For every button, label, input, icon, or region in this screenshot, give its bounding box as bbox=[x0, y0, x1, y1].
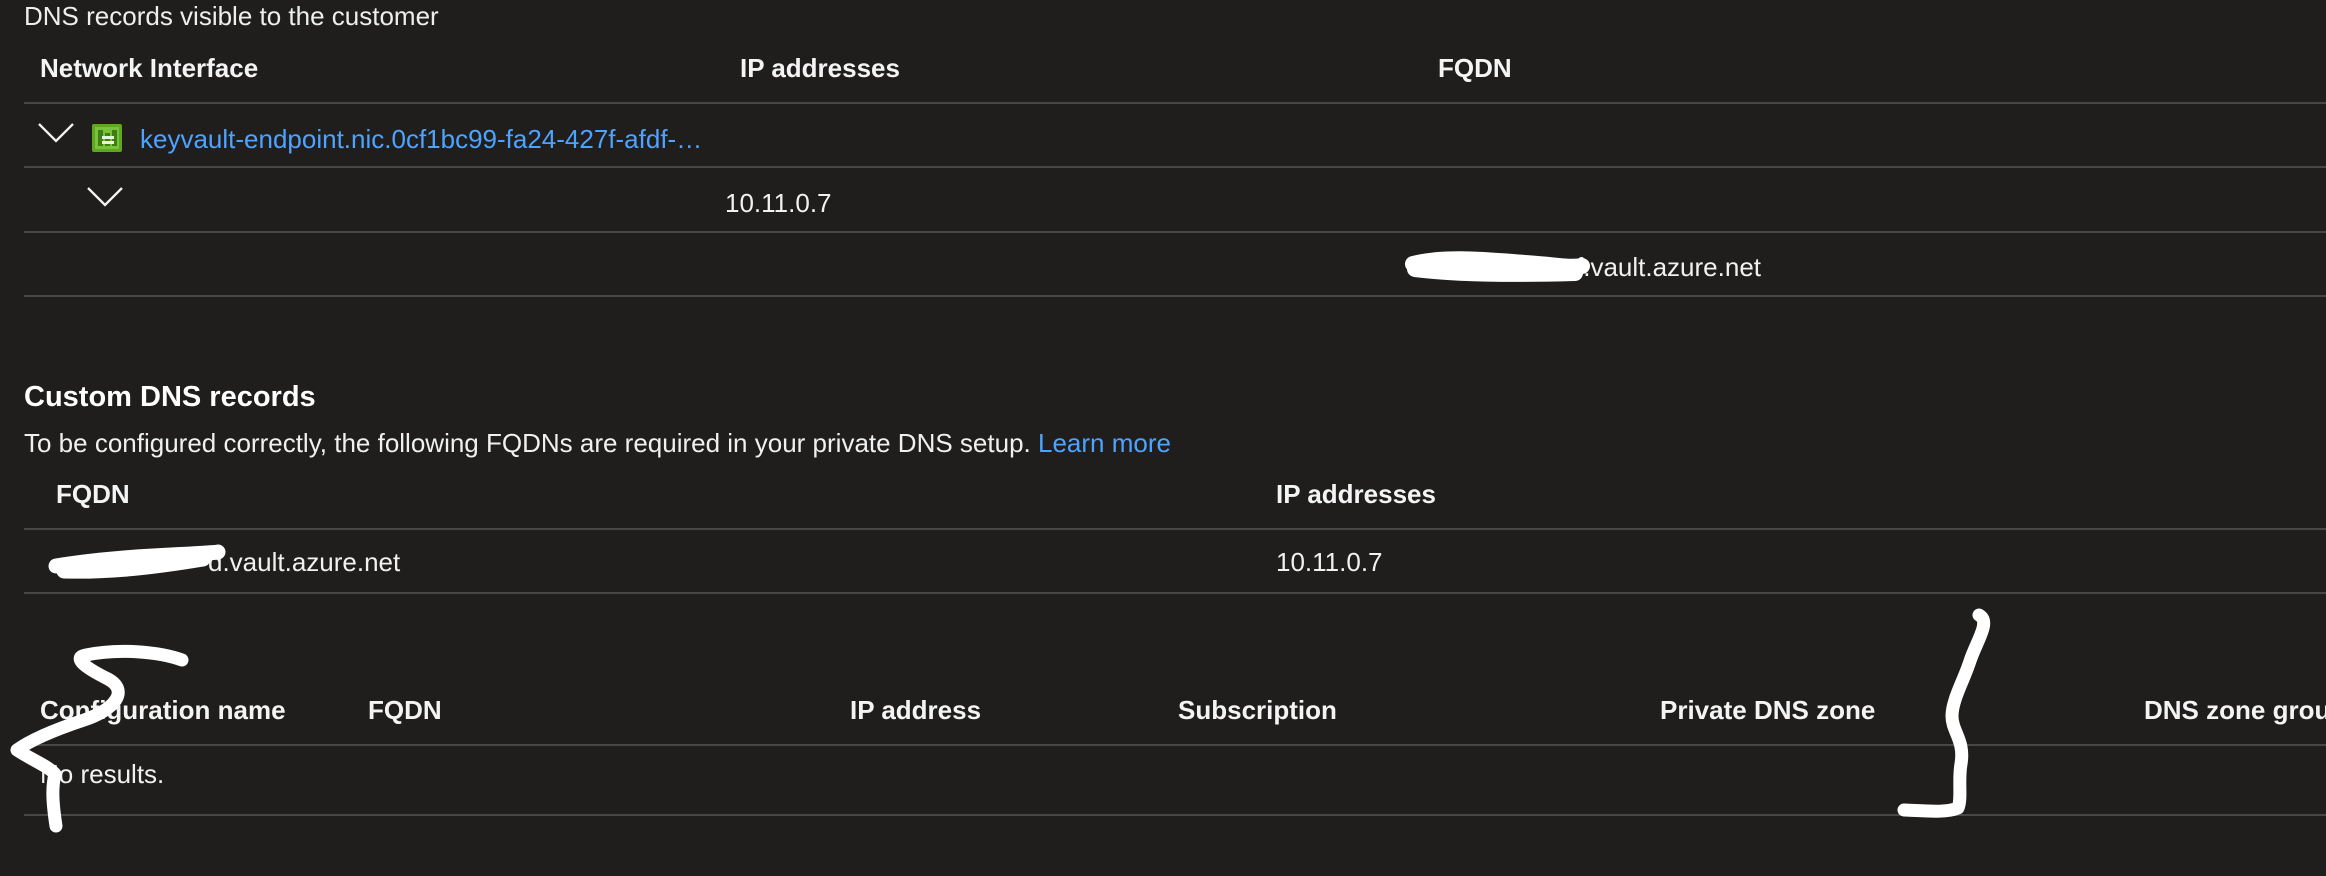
table-row-divider bbox=[24, 166, 2326, 168]
fqdn-visible-text: f.vault.azure.net bbox=[1576, 252, 1761, 282]
table-divider bbox=[24, 744, 2326, 746]
column-header-fqdn[interactable]: FQDN bbox=[368, 697, 442, 723]
chevron-down-icon[interactable] bbox=[36, 121, 76, 145]
freehand-annotation bbox=[10, 644, 189, 833]
custom-dns-description: To be configured correctly, the followin… bbox=[24, 430, 1171, 456]
table-divider bbox=[24, 102, 2326, 104]
custom-dns-description-text: To be configured correctly, the followin… bbox=[24, 428, 1031, 458]
column-header-configuration-name[interactable]: Configuration name bbox=[40, 697, 286, 723]
column-header-subscription[interactable]: Subscription bbox=[1178, 697, 1337, 723]
dns-visible-caption: DNS records visible to the customer bbox=[24, 1, 439, 31]
network-interface-icon bbox=[92, 124, 122, 152]
column-header-fqdn[interactable]: FQDN bbox=[1438, 55, 1512, 81]
table-divider bbox=[24, 528, 2326, 530]
column-header-ip-addresses[interactable]: IP addresses bbox=[1276, 481, 1436, 507]
column-header-ip-addresses[interactable]: IP addresses bbox=[740, 55, 900, 81]
column-header-ip-address[interactable]: IP address bbox=[850, 697, 981, 723]
learn-more-link[interactable]: Learn more bbox=[1038, 428, 1171, 458]
table-divider bbox=[24, 592, 2326, 594]
ip-address-value: 10.11.0.7 bbox=[725, 188, 832, 218]
table-row-divider bbox=[24, 231, 2326, 233]
table-row-divider bbox=[24, 295, 2326, 297]
nic-link[interactable]: keyvault-endpoint.nic.0cf1bc99-fa24-427f… bbox=[140, 126, 702, 152]
no-results-text: No results. bbox=[40, 759, 165, 789]
fqdn-value: f.vault.azure.net bbox=[1410, 254, 1761, 280]
custom-fqdn-value: d.vault.azure.net bbox=[52, 549, 400, 575]
column-header-fqdn[interactable]: FQDN bbox=[56, 481, 130, 507]
curly-brace-annotation bbox=[1897, 608, 1991, 818]
column-header-dns-zone-group[interactable]: DNS zone grou bbox=[2144, 697, 2326, 723]
column-header-network-interface[interactable]: Network Interface bbox=[40, 55, 258, 81]
custom-dns-title: Custom DNS records bbox=[24, 381, 316, 413]
column-header-private-dns-zone[interactable]: Private DNS zone bbox=[1660, 697, 1875, 723]
chevron-down-icon[interactable] bbox=[85, 185, 125, 209]
table-divider bbox=[24, 814, 2326, 816]
custom-ip-value: 10.11.0.7 bbox=[1276, 547, 1383, 577]
dns-configuration-panel: DNS records visible to the customer Netw… bbox=[0, 0, 2326, 876]
custom-fqdn-visible-text: d.vault.azure.net bbox=[208, 547, 401, 577]
